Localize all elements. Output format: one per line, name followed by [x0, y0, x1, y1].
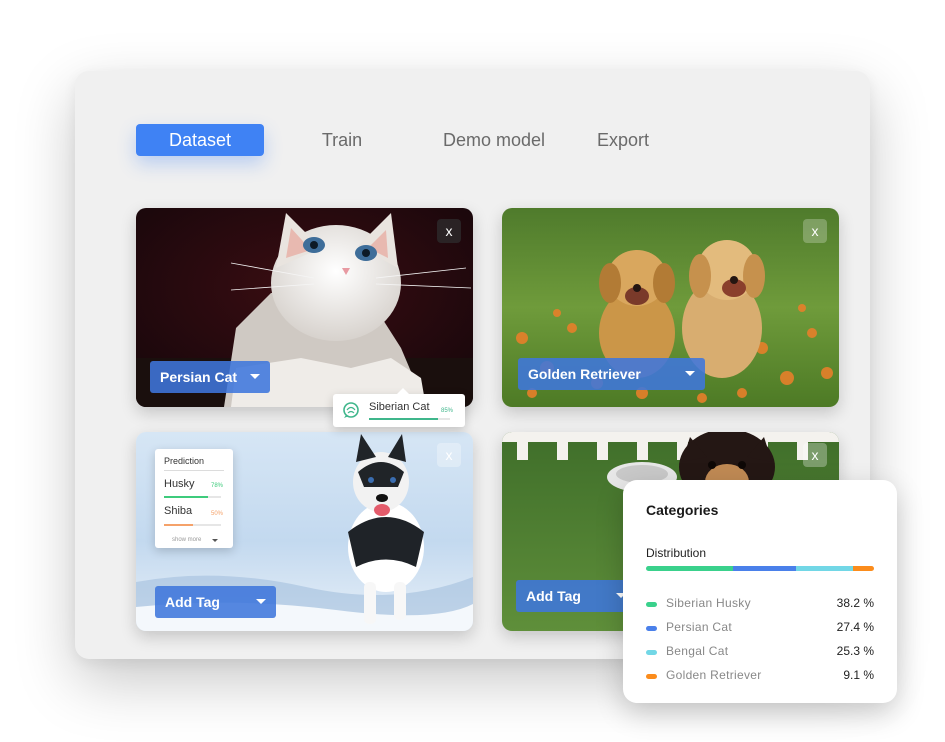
distribution-segment [853, 566, 874, 571]
legend-dot [646, 674, 657, 679]
chevron-down-icon [685, 371, 695, 376]
legend-value: 27.4 % [836, 620, 874, 634]
chevron-down-icon [250, 374, 260, 379]
legend-row: Golden Retriever 9.1 % [646, 667, 874, 685]
close-button[interactable]: x [803, 443, 827, 467]
tab-train[interactable]: Train [305, 124, 379, 156]
prediction-item-name: Husky [164, 478, 195, 490]
prediction-item-name: Shiba [164, 505, 193, 517]
tag-label: Add Tag [165, 594, 220, 610]
legend-row: Bengal Cat 25.3 % [646, 643, 874, 661]
legend-value: 38.2 % [836, 596, 874, 610]
prediction-bar [164, 524, 193, 526]
chevron-down-icon [212, 539, 218, 542]
prediction-popup: Prediction Husky 78% Shiba 50% show more [155, 449, 233, 548]
legend-name: Golden Retriever [666, 668, 762, 682]
close-button[interactable]: x [803, 219, 827, 243]
categories-title: Categories [646, 502, 719, 518]
legend-dot [646, 626, 657, 631]
suggestion-label: Siberian Cat [369, 401, 430, 413]
legend-name: Bengal Cat [666, 644, 729, 658]
tag-label: Persian Cat [160, 369, 238, 385]
divider [164, 470, 224, 471]
tab-export[interactable]: Export [585, 124, 661, 156]
legend-name: Persian Cat [666, 620, 732, 634]
suggestion-track [369, 418, 450, 420]
legend-dot [646, 650, 657, 655]
legend-value: 9.1 % [843, 668, 874, 682]
brain-icon [343, 402, 359, 418]
suggestion-popup[interactable]: Siberian Cat 85% [333, 388, 465, 427]
image-card-retrievers[interactable]: x Golden Retriever [502, 208, 839, 407]
suggestion-percent: 85% [440, 408, 453, 414]
close-button[interactable]: x [437, 443, 461, 467]
prediction-track [164, 524, 221, 526]
distribution-bar [646, 566, 874, 571]
chevron-down-icon [256, 599, 266, 604]
tag-dropdown[interactable]: Add Tag [155, 586, 276, 618]
tag-label: Golden Retriever [528, 366, 641, 382]
popup-arrow [397, 388, 409, 394]
tab-demo-model[interactable]: Demo model [432, 124, 556, 156]
suggestion-bar [369, 418, 438, 420]
tag-label: Add Tag [526, 588, 581, 604]
distribution-segment [646, 566, 734, 571]
tag-dropdown[interactable]: Golden Retriever [518, 358, 705, 390]
distribution-segment [795, 566, 854, 571]
close-button[interactable]: x [437, 219, 461, 243]
show-more-link[interactable]: show more [172, 537, 201, 543]
legend-row: Persian Cat 27.4 % [646, 619, 874, 637]
tab-dataset[interactable]: Dataset [136, 124, 264, 156]
image-card-kitten[interactable]: x Persian Cat [136, 208, 473, 407]
prediction-item-percent: 78% [210, 483, 223, 489]
prediction-bar [164, 496, 209, 498]
legend-name: Siberian Husky [666, 596, 751, 610]
legend-dot [646, 602, 657, 607]
distribution-segment [733, 566, 796, 571]
prediction-title: Prediction [164, 456, 205, 466]
tag-dropdown[interactable]: Persian Cat [150, 361, 270, 393]
distribution-label: Distribution [646, 546, 707, 560]
legend-value: 25.3 % [836, 644, 874, 658]
legend-row: Siberian Husky 38.2 % [646, 595, 874, 613]
tag-dropdown[interactable]: Add Tag [516, 580, 636, 612]
categories-card: Categories Distribution Siberian Husky 3… [623, 480, 897, 703]
prediction-track [164, 496, 221, 498]
prediction-item-percent: 50% [210, 511, 223, 517]
